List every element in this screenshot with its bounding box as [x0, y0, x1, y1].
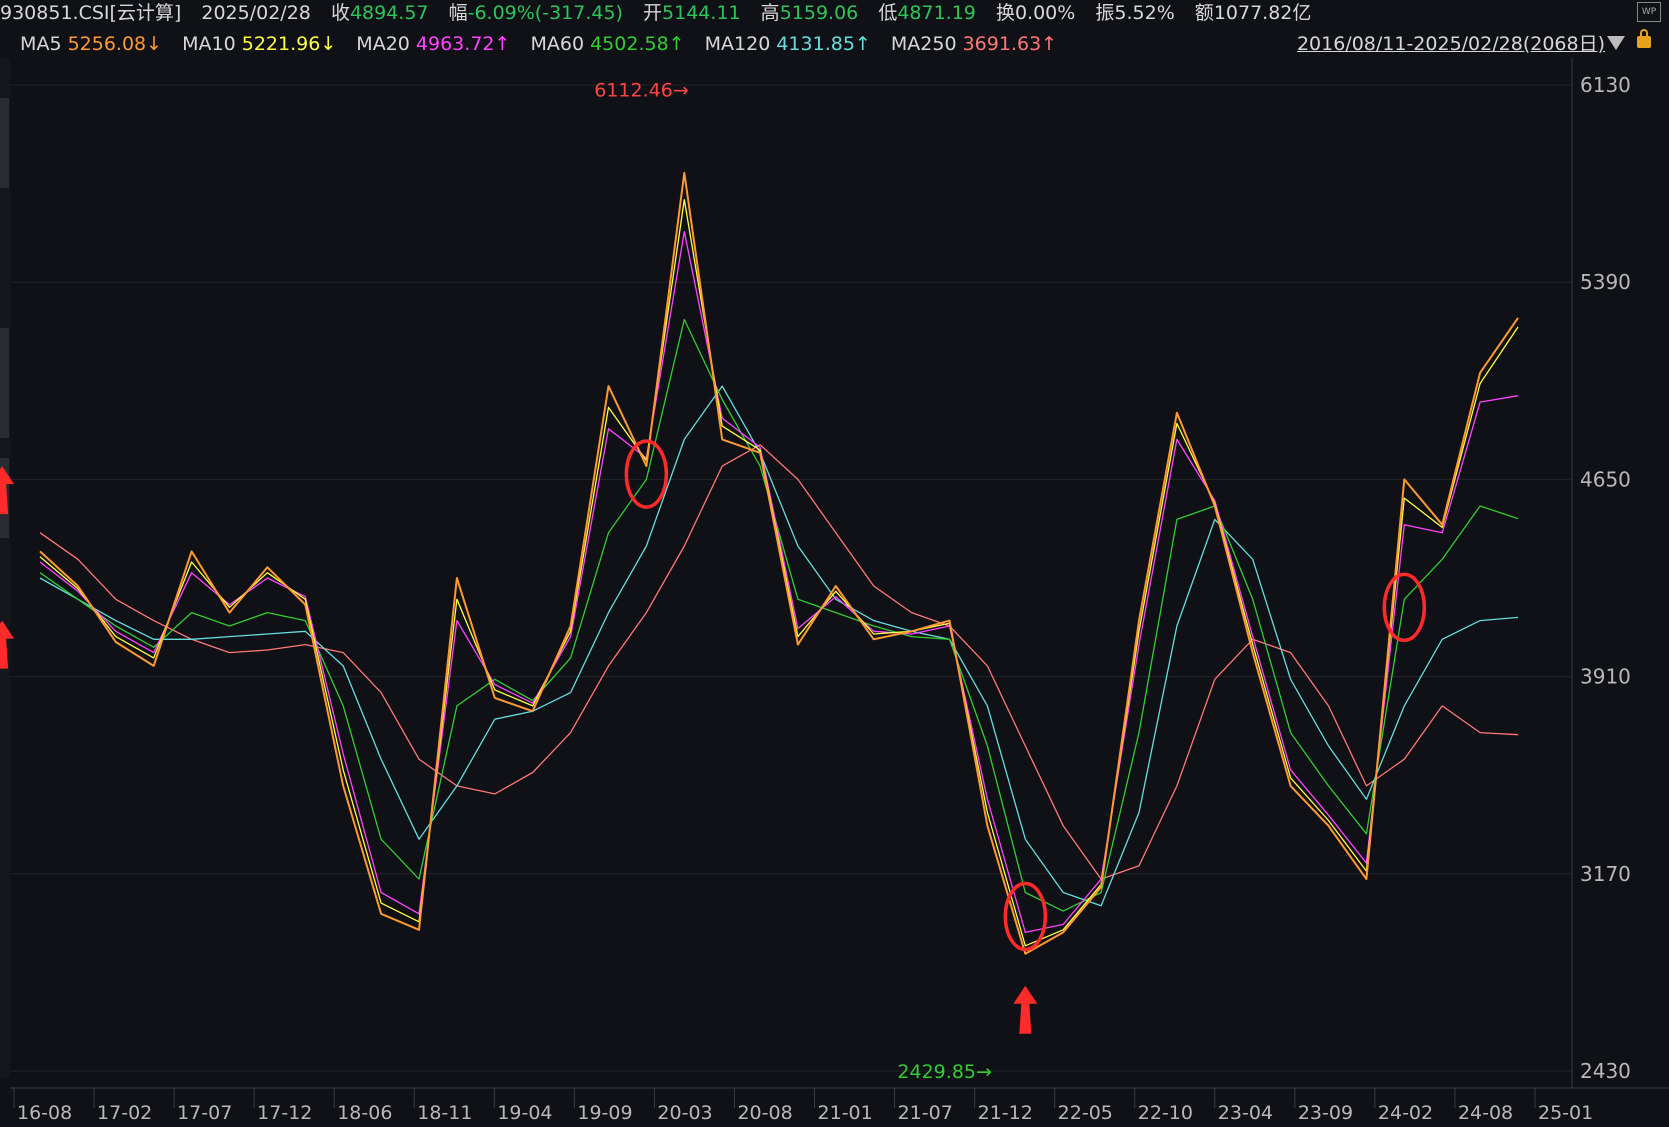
- x-tick-label: 23-09: [1298, 1102, 1353, 1124]
- x-tick-label: 20-08: [737, 1102, 792, 1124]
- x-tick-label: 19-04: [497, 1102, 552, 1124]
- x-tick-label: 20-03: [657, 1102, 712, 1124]
- x-axis: 16-08 17-02 17-07 17-12 18-06 18-11 19-04 19-09…: [17, 1102, 1593, 1124]
- x-tick-label: 25-01: [1538, 1102, 1593, 1124]
- y-tick-label: 6130: [1580, 73, 1631, 97]
- x-tick-label: 21-01: [818, 1102, 873, 1124]
- y-tick-label: 2430: [1580, 1059, 1631, 1083]
- x-tick-label: 16-08: [17, 1102, 72, 1124]
- y-tick-label: 5390: [1580, 270, 1631, 294]
- extreme-label: 2429.85→: [897, 1061, 992, 1083]
- x-tick-label: 21-07: [898, 1102, 953, 1124]
- y-tick-label: 3170: [1580, 862, 1631, 886]
- x-tick-label: 18-06: [337, 1102, 392, 1124]
- x-tick-label: 24-08: [1458, 1102, 1513, 1124]
- y-tick-label: 4650: [1580, 467, 1631, 491]
- price-chart[interactable]: 6130 5390 4650 3910 3170 2430 16-08 17-02 17-07…: [0, 0, 1669, 1127]
- x-tick-label: 24-02: [1378, 1102, 1433, 1124]
- y-axis: 6130 5390 4650 3910 3170 2430: [1580, 73, 1631, 1083]
- y-tick-label: 3910: [1580, 665, 1631, 689]
- extreme-label: 6112.46→: [594, 80, 689, 102]
- x-tick-label: 21-12: [978, 1102, 1033, 1124]
- x-tick-label: 18-11: [417, 1102, 472, 1124]
- x-tick-label: 22-10: [1138, 1102, 1193, 1124]
- x-tick-label: 17-07: [177, 1102, 232, 1124]
- x-tick-label: 17-12: [257, 1102, 312, 1124]
- x-tick-label: 17-02: [97, 1102, 152, 1124]
- x-tick-label: 22-05: [1058, 1102, 1113, 1124]
- x-tick-label: 23-04: [1218, 1102, 1273, 1124]
- x-tick-label: 19-09: [577, 1102, 632, 1124]
